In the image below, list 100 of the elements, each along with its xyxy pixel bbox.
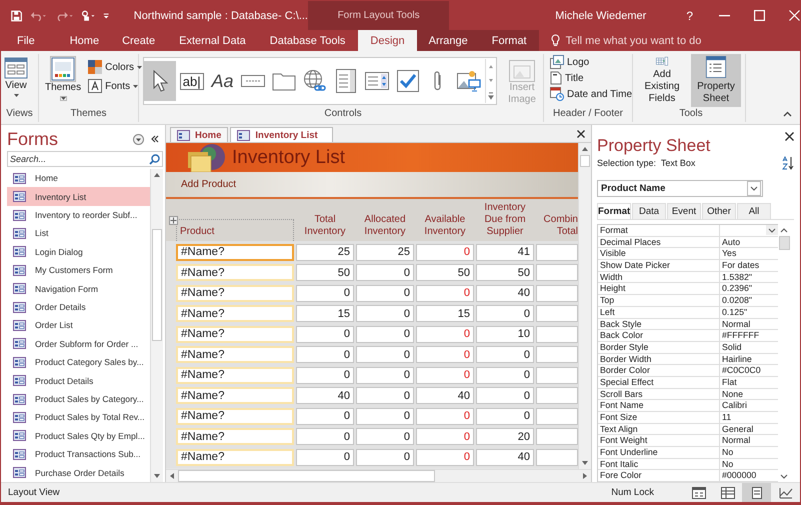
product-field[interactable]: #Name? — [176, 387, 294, 404]
close-icon[interactable] — [785, 132, 794, 141]
property-value[interactable]: 11 — [720, 412, 778, 423]
themes-button[interactable]: Themes — [42, 54, 84, 103]
tools-button[interactable]: Add Existing Fields — [637, 54, 687, 107]
number-field[interactable] — [536, 408, 578, 425]
nav-item[interactable]: Inventory List — [7, 187, 150, 206]
number-field[interactable]: 40 — [476, 448, 534, 466]
number-field[interactable]: 0 — [356, 346, 414, 364]
number-field[interactable]: 20 — [476, 428, 534, 446]
property-value[interactable]: #000000 — [720, 470, 778, 482]
number-field[interactable]: 0 — [416, 408, 474, 425]
number-field[interactable]: 0 — [356, 366, 414, 384]
nav-item[interactable]: Product Sales by Total Rev... — [7, 408, 150, 427]
property-value[interactable]: Auto — [720, 236, 778, 248]
number-field[interactable]: 0 — [296, 408, 354, 425]
customize-icon[interactable] — [103, 10, 110, 20]
document-tab[interactable]: Home — [170, 127, 228, 142]
nav-item[interactable]: Product Sales Qty by Empl... — [7, 426, 150, 446]
control-tool[interactable]: ab| — [176, 61, 207, 101]
number-field[interactable]: 0 — [356, 428, 414, 446]
nav-item[interactable]: Inventory to reorder Subf... — [7, 206, 150, 224]
number-field[interactable] — [536, 244, 578, 261]
number-field[interactable]: 25 — [356, 244, 414, 261]
ribbon-tab[interactable]: Database Tools — [258, 30, 358, 51]
document-tab[interactable]: Inventory List — [230, 127, 333, 142]
number-field[interactable]: 0 — [356, 326, 414, 343]
object-dropdown[interactable]: Product Name — [597, 180, 763, 197]
number-field[interactable]: 0 — [416, 448, 474, 466]
number-field[interactable]: 50 — [296, 264, 354, 282]
number-field[interactable]: 0 — [296, 284, 354, 302]
header-footer-button[interactable]: Title — [550, 71, 584, 85]
number-field[interactable]: 10 — [476, 326, 534, 343]
number-field[interactable]: 0 — [476, 408, 534, 425]
scroll-thumb[interactable] — [779, 236, 790, 250]
product-field[interactable]: #Name? — [176, 305, 294, 322]
ribbon-tab[interactable]: Home — [58, 30, 110, 51]
ribbon-tab[interactable]: File — [1, 30, 45, 51]
number-field[interactable] — [536, 305, 578, 322]
number-field[interactable] — [536, 448, 578, 466]
caret-icon[interactable] — [747, 181, 761, 196]
number-field[interactable]: 0 — [416, 366, 474, 384]
property-value[interactable]: Calibri — [720, 400, 778, 411]
product-field[interactable]: #Name? — [176, 326, 294, 343]
number-field[interactable] — [536, 264, 578, 282]
property-value[interactable]: None — [720, 388, 778, 400]
nav-item[interactable]: Order Subform for Order ... — [7, 334, 150, 354]
colors-button[interactable]: Colors — [88, 60, 142, 74]
number-field[interactable]: 0 — [416, 346, 474, 364]
product-field[interactable]: #Name? — [176, 408, 294, 425]
property-value[interactable]: #C0C0C0 — [720, 365, 778, 376]
property-value[interactable]: Yes — [720, 248, 778, 260]
ribbon-tab[interactable]: Design — [358, 30, 417, 51]
save-icon[interactable] — [11, 8, 22, 22]
property-value[interactable]: 0.2396" — [720, 283, 778, 294]
scroll-thumb[interactable] — [580, 155, 590, 167]
product-field[interactable]: #Name? — [176, 428, 294, 446]
number-field[interactable]: 0 — [416, 244, 474, 261]
number-field[interactable]: 0 — [296, 326, 354, 343]
number-field[interactable] — [536, 428, 578, 446]
scroll-thumb[interactable] — [178, 470, 435, 482]
vertical-scrollbar[interactable] — [578, 143, 591, 469]
sort-icon[interactable] — [782, 156, 794, 170]
control-tool[interactable] — [144, 61, 176, 101]
ribbon-tab[interactable]: External Data — [167, 30, 258, 51]
number-field[interactable]: 0 — [356, 264, 414, 282]
dropdown-icon[interactable] — [133, 134, 144, 144]
product-field[interactable]: #Name? — [176, 264, 294, 282]
number-field[interactable]: 25 — [296, 244, 354, 261]
property-value[interactable]: Hairline — [720, 354, 778, 364]
nav-item[interactable]: Order List — [7, 316, 150, 335]
number-field[interactable]: 0 — [356, 284, 414, 302]
search-field[interactable]: Search... — [7, 151, 163, 167]
tell-me-field[interactable]: Tell me what you want to do — [538, 30, 702, 51]
header-footer-button[interactable]: Logo — [550, 55, 590, 69]
property-value[interactable]: No — [720, 447, 778, 458]
nav-item[interactable]: Purchase Order Details — [7, 464, 150, 482]
number-field[interactable]: 0 — [476, 346, 534, 364]
collapse-ribbon-icon[interactable] — [783, 111, 792, 117]
ribbon-tab[interactable]: Format — [480, 30, 539, 51]
number-field[interactable] — [536, 346, 578, 364]
number-field[interactable]: 0 — [356, 387, 414, 404]
ribbon-tab[interactable]: Create — [110, 30, 168, 51]
number-field[interactable]: 0 — [476, 305, 534, 322]
nav-item[interactable]: Order Details — [7, 298, 150, 316]
number-field[interactable]: 0 — [356, 448, 414, 466]
property-value[interactable]: Normal — [720, 435, 778, 446]
view-switch-button[interactable] — [742, 483, 771, 502]
number-field[interactable]: 0 — [356, 305, 414, 322]
scroll-thumb[interactable] — [152, 229, 162, 341]
number-field[interactable]: 0 — [296, 366, 354, 384]
tools-button[interactable]: Property Sheet — [691, 54, 741, 107]
nav-item[interactable]: Login Dialog — [7, 242, 150, 262]
property-value[interactable]: #FFFFFF — [720, 330, 778, 341]
control-tool[interactable]: Aa — [208, 61, 238, 101]
nav-item[interactable]: Product Details — [7, 371, 150, 390]
ribbon-tab[interactable]: Arrange — [416, 30, 480, 51]
property-tab[interactable]: Format — [597, 203, 631, 219]
nav-item[interactable]: Product Transactions Sub... — [7, 445, 150, 464]
number-field[interactable]: 50 — [476, 264, 534, 282]
